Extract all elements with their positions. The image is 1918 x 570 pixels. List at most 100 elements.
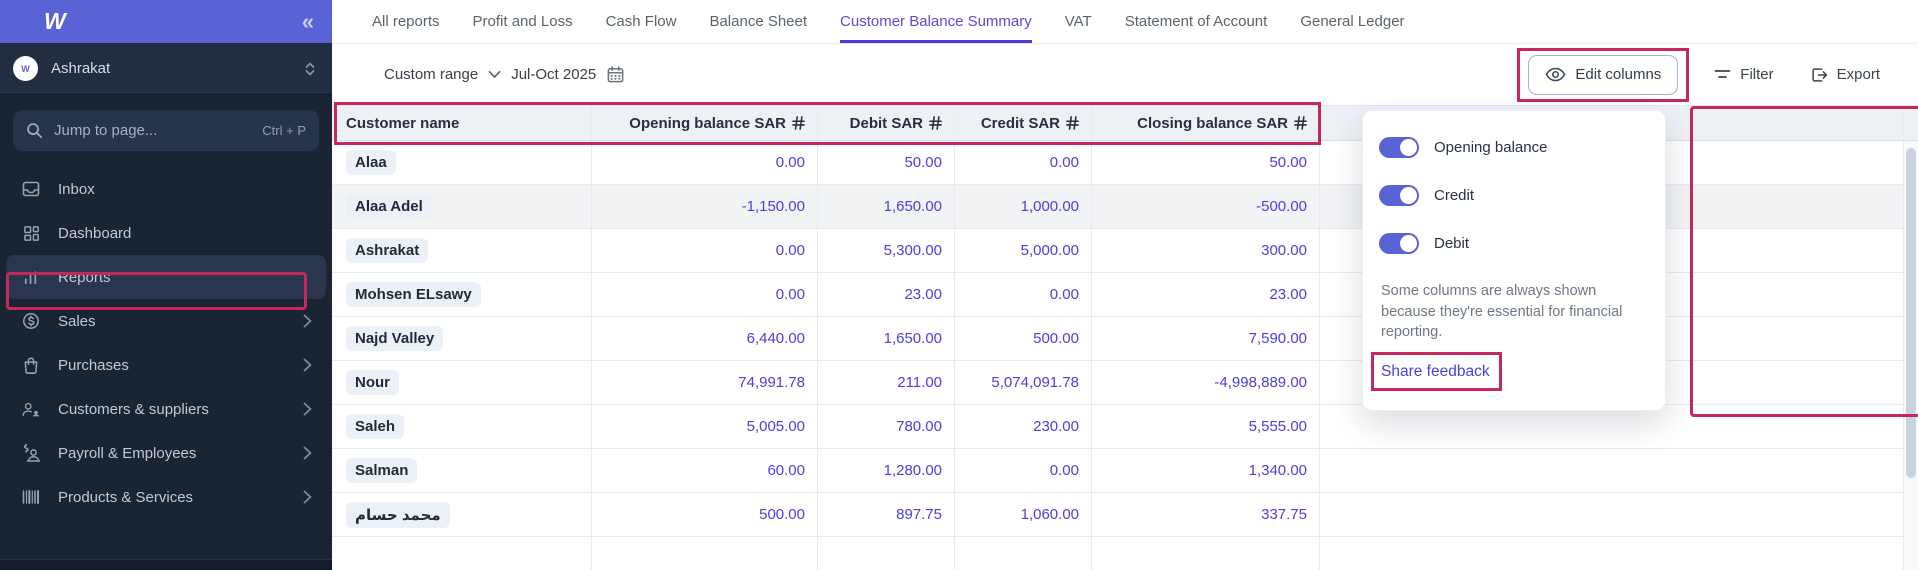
column-header-customer-name[interactable]: Customer name [332,106,592,140]
customer-name[interactable]: Najd Valley [346,326,443,351]
debit-toggle[interactable] [1379,233,1419,254]
tab-customer-balance-summary[interactable]: Customer Balance Summary [840,0,1032,43]
edit-columns-button[interactable]: Edit columns [1528,55,1678,95]
export-button[interactable]: Export [1810,66,1880,84]
customer-name[interactable]: Nour [346,370,399,395]
chevron-up-down-icon [304,61,316,77]
table-row[interactable]: Nour 74,991.78 211.00 5,074,091.78 -4,99… [332,361,1918,405]
debit-value: 23.00 [818,273,955,316]
calendar-icon[interactable] [606,65,625,84]
sidebar-item-label: Payroll & Employees [58,445,196,462]
credit-value: 0.00 [955,449,1092,492]
sidebar-item-customers-suppliers[interactable]: Customers & suppliers [0,387,332,431]
customer-name[interactable]: Alaa [346,150,396,175]
table-row[interactable]: Alaa 0.00 50.00 0.00 50.00 [332,141,1918,185]
sidebar-item-reports[interactable]: Reports [6,255,326,299]
scrollbar-thumb[interactable] [1906,148,1916,478]
payroll-icon [21,443,41,463]
customer-name[interactable]: محمد حسام [346,502,450,528]
customer-name[interactable]: Salman [346,458,417,483]
sidebar-item-dashboard[interactable]: Dashboard [0,211,332,255]
reports-icon [21,267,41,287]
jump-to-page-input[interactable]: Jump to page... Ctrl + P [13,110,319,151]
table-row[interactable]: محمد حسام 500.00 897.75 1,060.00 337.75 [332,493,1918,537]
customer-name[interactable]: Alaa Adel [346,194,432,219]
closing-balance-value: 5,555.00 [1092,405,1320,448]
credit-value: 5,000.00 [955,229,1092,272]
tab-statement-of-account[interactable]: Statement of Account [1125,0,1268,43]
filter-button[interactable]: Filter [1714,66,1773,83]
closing-balance-value: 337.75 [1092,493,1320,536]
share-feedback-link[interactable]: Share feedback [1381,363,1490,381]
sidebar-topbar: W « [0,0,332,43]
table-row[interactable]: Mohsen ELsawy 0.00 23.00 0.00 23.00 [332,273,1918,317]
opening-balance-value: 0.00 [592,273,818,316]
table-row[interactable]: Salman 60.00 1,280.00 0.00 1,340.00 [332,449,1918,493]
tab-general-ledger[interactable]: General Ledger [1300,0,1404,43]
sidebar-item-payroll-employees[interactable]: Payroll & Employees [0,431,332,475]
opening-balance-value: 6,440.00 [592,317,818,360]
app-screen: W « W Ashrakat Jump to page... Ctrl + P … [0,0,1918,570]
tab-all-reports[interactable]: All reports [372,0,440,43]
columns-panel-note: Some columns are always shown because th… [1379,281,1645,343]
sidebar-item-purchases[interactable]: Purchases [0,343,332,387]
closing-balance-value: -500.00 [1092,185,1320,228]
custom-range-dropdown[interactable]: Custom range [384,66,478,83]
search-icon [26,122,43,139]
sidebar-item-label: Purchases [58,357,129,374]
tab-cash-flow[interactable]: Cash Flow [606,0,677,43]
sidebar-item-label: Inbox [58,181,95,198]
column-header-debit[interactable]: Debit SAR [818,106,955,140]
table-row[interactable]: Najd Valley 6,440.00 1,650.00 500.00 7,5… [332,317,1918,361]
sidebar-nav: Inbox Dashboard Reports Sales [0,167,332,519]
credit-value: 0.00 [955,273,1092,316]
closing-balance-value: 23.00 [1092,273,1320,316]
saudi-riyal-icon [929,116,942,130]
customer-balance-table: Customer name Opening balance SAR Debit … [332,105,1918,570]
table-row[interactable]: Alaa Adel -1,150.00 1,650.00 1,000.00 -5… [332,185,1918,229]
table-row[interactable]: Saleh 5,005.00 780.00 230.00 5,555.00 [332,405,1918,449]
edit-columns-label: Edit columns [1575,66,1661,83]
vertical-scrollbar[interactable] [1904,141,1918,570]
inbox-icon [21,179,41,199]
debit-value: 1,280.00 [818,449,955,492]
tab-balance-sheet[interactable]: Balance Sheet [709,0,807,43]
collapse-sidebar-icon[interactable]: « [302,11,312,33]
sidebar-item-label: Customers & suppliers [58,401,209,418]
purchases-icon [21,355,41,375]
sidebar-item-products-services[interactable]: Products & Services [0,475,332,519]
tab-vat[interactable]: VAT [1065,0,1092,43]
chevron-down-icon[interactable] [488,70,501,79]
debit-value: 897.75 [818,493,955,536]
customer-name[interactable]: Mohsen ELsawy [346,282,481,307]
column-header-opening-balance[interactable]: Opening balance SAR [592,106,818,140]
credit-value: 5,074,091.78 [955,361,1092,404]
column-header-closing-balance[interactable]: Closing balance SAR [1092,106,1320,140]
report-tabs: All reports Profit and Loss Cash Flow Ba… [332,0,1918,44]
sidebar-item-label: Dashboard [58,225,131,242]
sidebar: W « W Ashrakat Jump to page... Ctrl + P … [0,0,332,570]
account-switcher[interactable]: W Ashrakat [0,43,332,95]
eye-icon [1545,67,1566,82]
column-header-credit[interactable]: Credit SAR [955,106,1092,140]
saudi-riyal-icon [792,116,805,130]
credit-toggle[interactable] [1379,185,1419,206]
chevron-right-icon [303,358,312,372]
table-row[interactable]: Ashrakat 0.00 5,300.00 5,000.00 300.00 [332,229,1918,273]
export-icon [1810,66,1828,84]
toggle-row-credit: Credit [1379,185,1645,206]
customer-name[interactable]: Ashrakat [346,238,428,263]
credit-value: 230.00 [955,405,1092,448]
closing-balance-value: 50.00 [1092,141,1320,184]
toggle-label: Opening balance [1434,139,1547,156]
opening-balance-toggle[interactable] [1379,137,1419,158]
sidebar-item-sales[interactable]: Sales [0,299,332,343]
customer-name[interactable]: Saleh [346,414,404,439]
sidebar-item-label: Products & Services [58,489,193,506]
tab-profit-and-loss[interactable]: Profit and Loss [473,0,573,43]
debit-value: 780.00 [818,405,955,448]
sidebar-item-inbox[interactable]: Inbox [0,167,332,211]
sidebar-item-label: Reports [58,269,111,286]
date-range-value[interactable]: Jul-Oct 2025 [511,66,596,83]
customers-icon [21,399,41,419]
